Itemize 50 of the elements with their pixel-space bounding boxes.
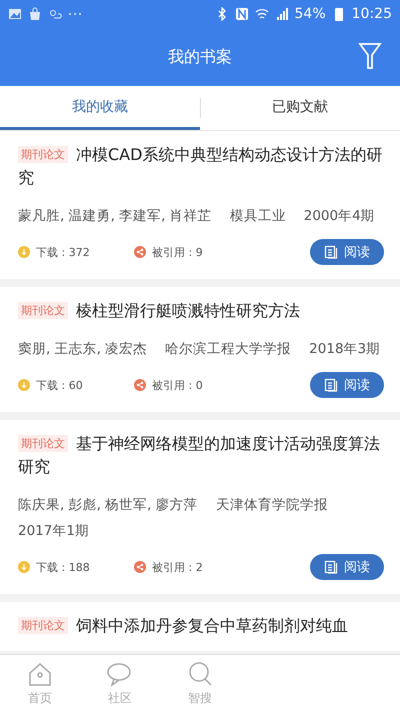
bag-icon [28,7,42,21]
paper-card[interactable]: 期刊论文 基于神经网络模型的加速度计活动强度算法研究 陈庆果, 彭彪, 杨世军, 廖方萍 天津体育学院学报 2017年1期 下载 : 188 被引用 : 2 阅读 [0,420,400,594]
paper-card[interactable]: 期刊论文 饲料中添加丹参复合中草药制剂对纯血 [0,602,400,651]
type-tag: 期刊论文 [18,302,68,319]
share-icon [134,561,146,573]
citation-count: 被引用 : 2 [152,560,203,574]
download-icon [18,561,30,573]
paper-title: 期刊论文 冲模CAD系统中典型结构动态设计方法的研究 [18,144,384,189]
paper-title: 期刊论文 饲料中添加丹参复合中草药制剂对纯血 [18,614,386,637]
download-count: 下载 : 372 [36,244,90,260]
nfc-icon [234,7,249,21]
citation-count: 被引用 : 0 [152,378,203,392]
download-icon [18,379,30,391]
paper-meta: 窦朋, 王志东, 凌宏杰 [18,340,148,359]
share-icon [134,246,146,258]
download-icon [18,246,30,258]
image-icon [8,7,22,21]
read-button[interactable]: 阅读 [310,372,384,398]
document-icon [324,378,338,392]
type-tag: 期刊论文 [18,617,68,634]
paper-meta: 蒙凡胜, 温建勇, 李建军, 肖祥芷 [18,207,212,226]
citation-count: 被引用 : 9 [152,244,203,260]
filter-icon[interactable] [358,42,382,70]
type-tag: 期刊论文 [18,435,68,452]
paper-meta: 陈庆果, 彭彪, 杨世军, 廖方萍 [18,496,198,515]
paper-meta: 天津体育学院学报 [216,496,328,515]
download-count: 下载 : 60 [36,378,83,392]
clock-time: 10:25 [352,6,392,22]
paper-meta: 模具工业 [230,207,286,226]
read-button[interactable]: 阅读 [310,239,384,265]
paper-meta: 2000年4期 [304,207,375,226]
weather-icon [48,7,62,21]
paper-meta: 哈尔滨工程大学学报 [165,340,292,359]
download-count: 下载 : 188 [36,560,90,574]
battery-percent: 54% [294,6,326,22]
paper-card[interactable]: 期刊论文 冲模CAD系统中典型结构动态设计方法的研究 蒙凡胜, 温建勇, 李建军, 肖祥芷 模具工业 2000年4期 下载 : 372 被引用 : 9 阅读 [0,131,400,279]
page-title: 我的书案 [168,46,232,68]
document-icon [324,560,338,574]
paper-meta: 2018年3期 [309,340,380,359]
paper-title: 期刊论文 基于神经网络模型的加速度计活动强度算法研究 [18,433,381,478]
paper-meta: 2017年1期 [18,522,89,541]
paper-title: 期刊论文 棱柱型滑行艇喷溅特性研究方法 [18,299,386,322]
read-button[interactable]: 阅读 [310,554,384,580]
paper-card[interactable]: 期刊论文 棱柱型滑行艇喷溅特性研究方法 窦朋, 王志东, 凌宏杰 哈尔滨工程大学学报 2018年3期 下载 : 60 被引用 : 0 阅读 [0,287,400,412]
tab[interactable]: 已购文献 [200,86,400,130]
signal-icon [274,7,289,21]
share-icon [134,379,146,391]
document-icon [324,245,338,259]
type-tag: 期刊论文 [18,146,68,163]
wifi-icon [254,7,269,21]
